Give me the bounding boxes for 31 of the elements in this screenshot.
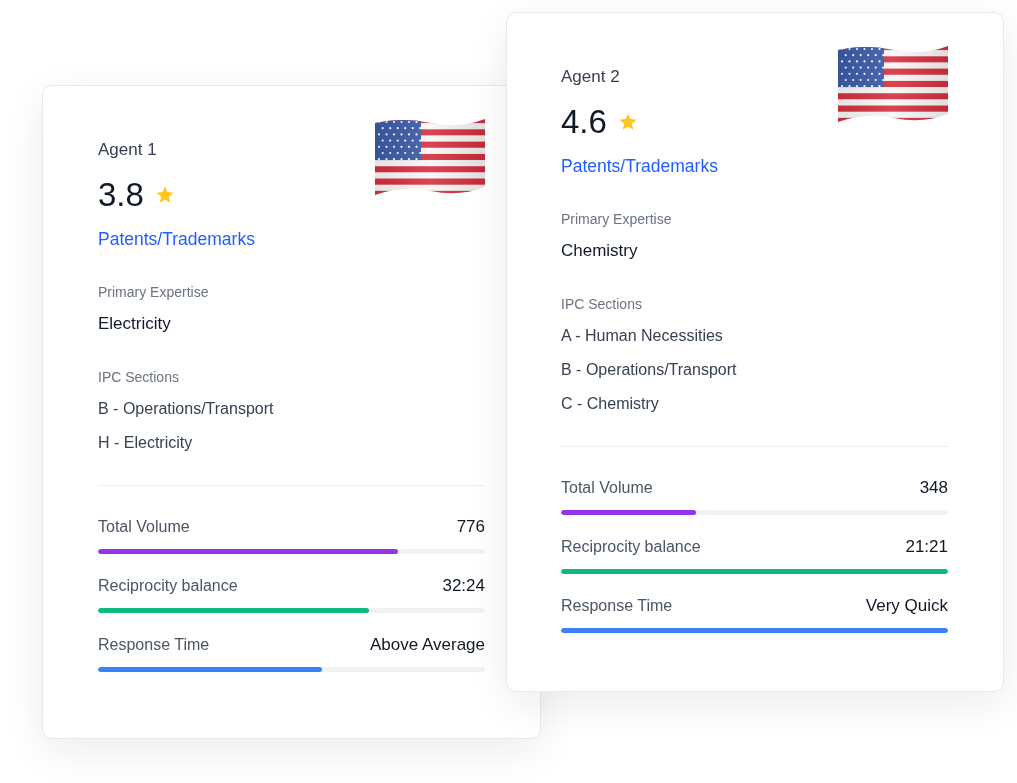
- ipc-section-item: B - Operations/Transport: [98, 399, 275, 419]
- rating-value: 4.6: [561, 102, 607, 142]
- metric-value: Above Average: [370, 634, 485, 656]
- star-icon: [618, 113, 637, 131]
- agent-name: Agent 1: [98, 139, 158, 161]
- metric-label: Reciprocity balance: [98, 576, 238, 596]
- metric-label: Total Volume: [98, 517, 190, 537]
- metric-value: 21:21: [905, 536, 948, 558]
- metric-value: 776: [456, 516, 485, 538]
- metric-label: Response Time: [561, 596, 673, 616]
- metric-value: Very Quick: [865, 595, 948, 617]
- section-label: IPC Sections: [561, 295, 643, 314]
- section-label: Primary Expertise: [561, 210, 673, 229]
- metric-value: 348: [919, 477, 948, 499]
- expertise-value: Chemistry: [561, 240, 639, 262]
- ipc-section-item: A - Human Necessities: [561, 326, 724, 346]
- metric-label: Response Time: [98, 635, 210, 655]
- section-label: IPC Sections: [98, 368, 180, 387]
- ipc-section-item: H - Electricity: [98, 433, 194, 453]
- expertise-value: Electricity: [98, 313, 172, 335]
- metric-value: 32:24: [442, 575, 485, 597]
- section-label: Primary Expertise: [98, 283, 210, 302]
- metric-label: Reciprocity balance: [561, 537, 701, 557]
- star-icon: [155, 186, 174, 204]
- metric-label: Total Volume: [561, 478, 653, 498]
- ipc-section-item: B - Operations/Transport: [561, 360, 738, 380]
- rating-value: 3.8: [98, 175, 144, 215]
- agent-name: Agent 2: [561, 66, 621, 88]
- category-link[interactable]: Patents/Trademarks: [561, 154, 718, 178]
- ipc-section-item: C - Chemistry: [561, 394, 660, 414]
- category-link[interactable]: Patents/Trademarks: [98, 227, 255, 251]
